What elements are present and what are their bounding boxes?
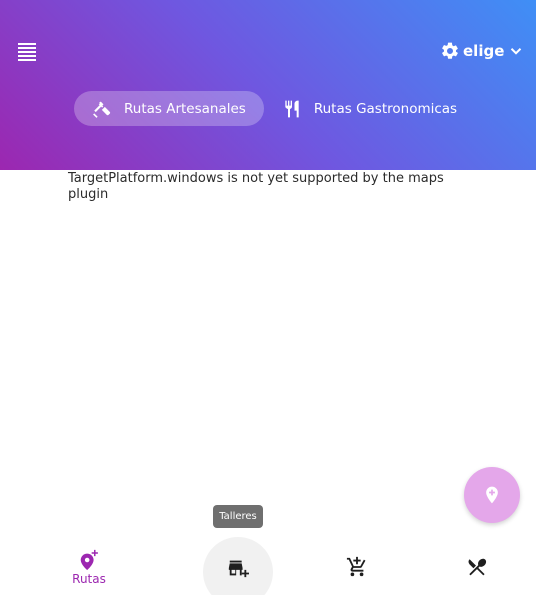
tools-icon: [93, 101, 111, 118]
nav-item-talleres[interactable]: [203, 537, 273, 595]
selector-label: elige: [463, 42, 505, 60]
add-business-icon: [228, 560, 249, 578]
add-location-icon: [80, 549, 98, 571]
tab-label: Rutas Gastronomicas: [313, 100, 458, 117]
tab-label: Rutas Artesanales: [124, 100, 246, 117]
location-pin-icon: [486, 486, 498, 504]
gear-icon: [442, 42, 458, 59]
nav-item-label: Rutas: [72, 572, 106, 586]
tab-rutas-artesanales[interactable]: Rutas Artesanales: [74, 91, 264, 126]
talleres-tooltip: Talleres: [213, 505, 263, 528]
menu-icon: [18, 43, 36, 61]
no-meals-icon: [468, 558, 487, 576]
app-header: elige Rutas Artesanales Rutas Gastronomi…: [0, 0, 536, 170]
add-location-fab[interactable]: [464, 467, 520, 523]
nav-item-comida[interactable]: [455, 537, 499, 595]
tab-rutas-gastronomicas[interactable]: Rutas Gastronomicas: [264, 91, 475, 126]
route-type-selector[interactable]: elige: [440, 40, 525, 62]
map-unsupported-message: TargetPlatform.windows is not yet suppor…: [68, 171, 444, 202]
chevron-down-icon: [511, 48, 522, 55]
add-shopping-cart-icon: [346, 556, 366, 577]
bottom-navigation: Rutas: [0, 537, 536, 595]
route-tabs: Rutas Artesanales Rutas Gastronomicas: [74, 91, 475, 126]
restaurant-icon: [285, 100, 299, 117]
nav-item-rutas[interactable]: Rutas: [59, 537, 119, 595]
menu-button[interactable]: [16, 40, 38, 62]
nav-item-compras[interactable]: [335, 537, 379, 595]
